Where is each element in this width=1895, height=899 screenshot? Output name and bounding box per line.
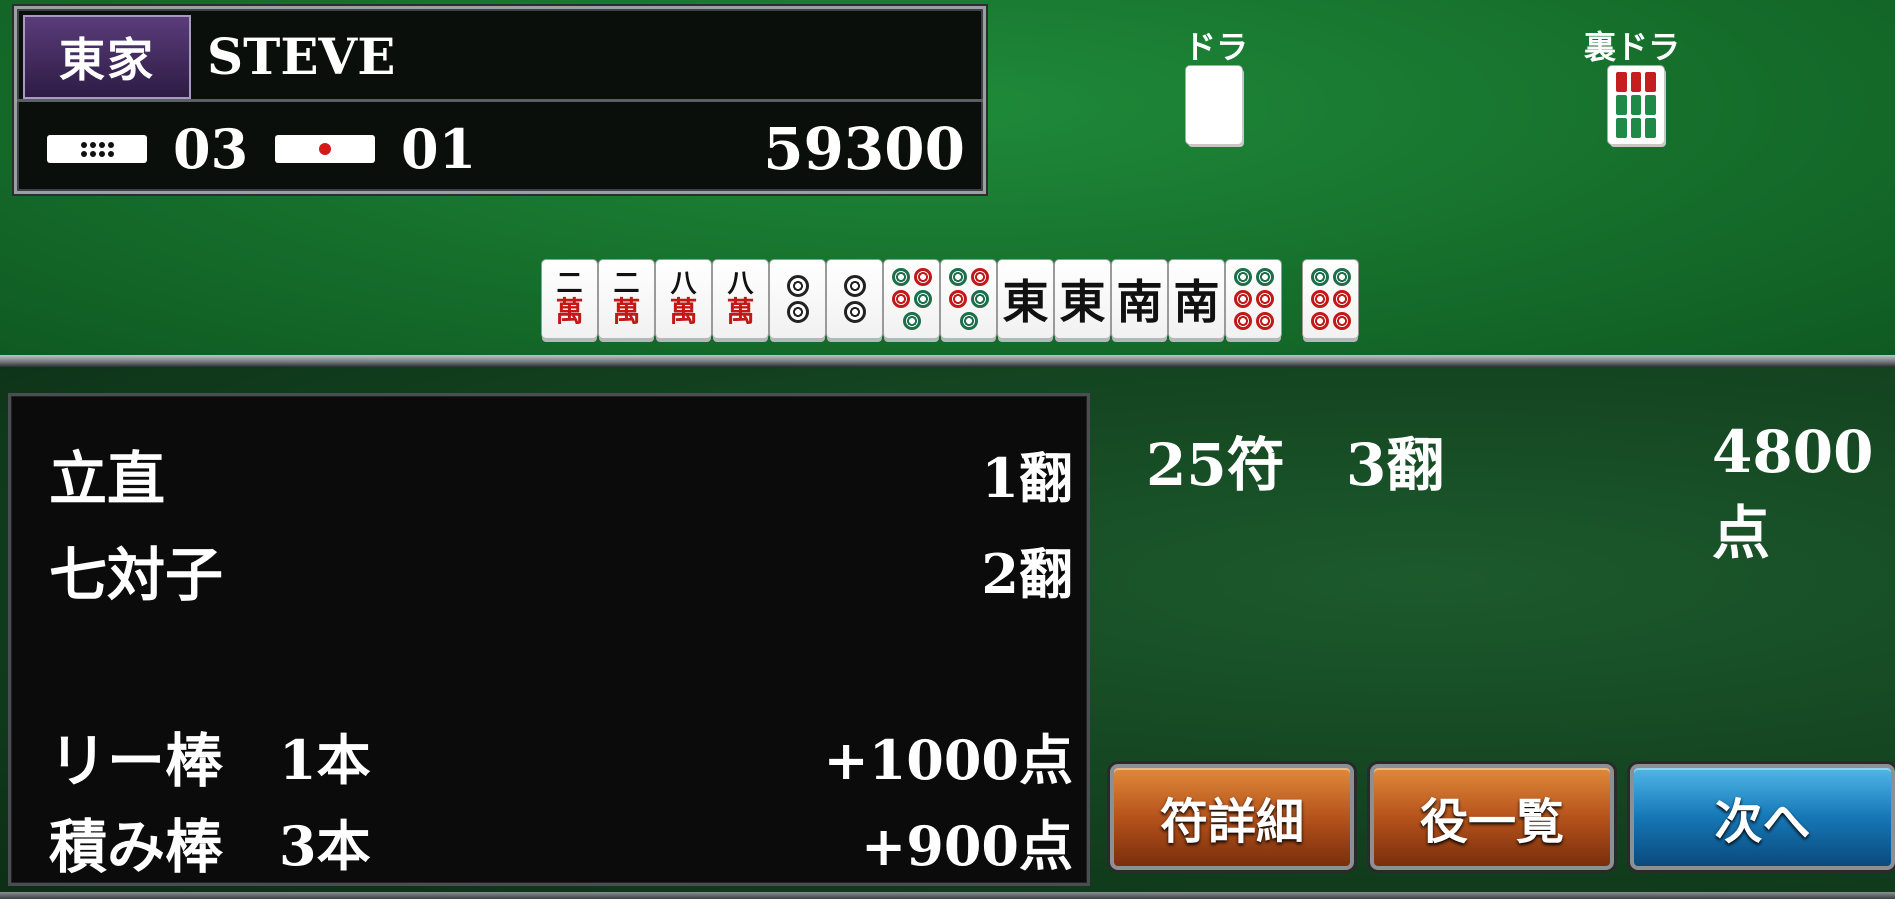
player-header: 東家 STEVE <box>17 9 983 102</box>
man-number: 八 <box>727 269 754 299</box>
player-score: 59300 <box>763 115 965 183</box>
bonus-points: +1000点 <box>823 728 1073 792</box>
east-wind-tile-icon: 東 <box>1055 260 1110 338</box>
ura-dora-label: 裏ドラ <box>1584 28 1681 66</box>
yaku-row: 立直 1翻 <box>49 432 1073 513</box>
honor-character: 東 <box>1002 275 1049 329</box>
dora-tile-blank <box>1186 66 1242 144</box>
bonus-count: 1本 <box>279 728 371 792</box>
bonus-row-honba-sticks: 積み棒 3本 +900点 <box>49 800 1073 881</box>
table-rail <box>0 355 1895 367</box>
honor-character: 南 <box>1173 275 1220 329</box>
fu-value: 25符 <box>1146 431 1285 499</box>
south-wind-tile-icon: 南 <box>1169 260 1224 338</box>
pin-5-tile-icon <box>941 260 996 338</box>
man-number: 二 <box>556 269 583 299</box>
yaku-list-panel: 立直 1翻 七対子 2翻 リー棒 1本 +1000点 積み棒 3本 +900点 <box>8 393 1090 886</box>
riichi-stick-icon <box>275 135 375 163</box>
south-wind-tile-icon: 南 <box>1112 260 1167 338</box>
hand-points: 4800点 <box>1712 418 1874 567</box>
pin-6-tile-icon <box>1303 260 1358 338</box>
sou-8-tile-icon <box>1608 66 1664 144</box>
yaku-list-button[interactable]: 役一覧 <box>1370 764 1614 870</box>
player-name: STEVE <box>207 27 396 86</box>
yaku-name: 七対子 <box>49 541 224 609</box>
man-suit: 萬 <box>726 295 755 328</box>
man-2-tile-icon: 二萬 <box>542 260 597 338</box>
yaku-han: 1翻 <box>981 446 1073 510</box>
yaku-row: 七対子 2翻 <box>49 528 1073 609</box>
man-suit: 萬 <box>669 295 698 328</box>
bonus-name: 積み棒 <box>49 813 224 881</box>
man-suit: 萬 <box>555 295 584 328</box>
winning-hand: 二萬二萬八萬八萬東東南南 <box>542 260 1360 338</box>
man-number: 八 <box>670 269 697 299</box>
pin-5-tile-icon <box>884 260 939 338</box>
pin-2-tile-icon <box>770 260 825 338</box>
player-info-panel: 東家 STEVE 03 01 59300 <box>14 6 986 194</box>
bonus-count: 3本 <box>279 814 371 878</box>
man-number: 二 <box>613 269 640 299</box>
honba-stick-icon <box>47 135 147 163</box>
bonus-name: リー棒 <box>49 727 224 795</box>
honba-count: 03 <box>173 117 249 181</box>
bonus-row-riichi-sticks: リー棒 1本 +1000点 <box>49 714 1073 795</box>
man-suit: 萬 <box>612 295 641 328</box>
bottom-rail <box>0 892 1895 899</box>
man-8-tile-icon: 八萬 <box>656 260 711 338</box>
yaku-name: 立直 <box>49 445 166 513</box>
yaku-han: 2翻 <box>981 542 1073 606</box>
pin-2-tile-icon <box>827 260 882 338</box>
dora-label: ドラ <box>1184 28 1249 66</box>
pin-6-tile-icon <box>1226 260 1281 338</box>
honor-character: 南 <box>1116 275 1163 329</box>
next-button[interactable]: 次へ <box>1630 764 1895 870</box>
fu-detail-button[interactable]: 符詳細 <box>1110 764 1354 870</box>
riichi-stick-count: 01 <box>401 117 477 181</box>
east-wind-tile-icon: 東 <box>998 260 1053 338</box>
man-2-tile-icon: 二萬 <box>599 260 654 338</box>
seat-wind-badge: 東家 <box>23 15 191 99</box>
bonus-points: +900点 <box>861 814 1073 878</box>
honor-character: 東 <box>1059 275 1106 329</box>
han-total: 3翻 <box>1346 431 1445 499</box>
man-8-tile-icon: 八萬 <box>713 260 768 338</box>
